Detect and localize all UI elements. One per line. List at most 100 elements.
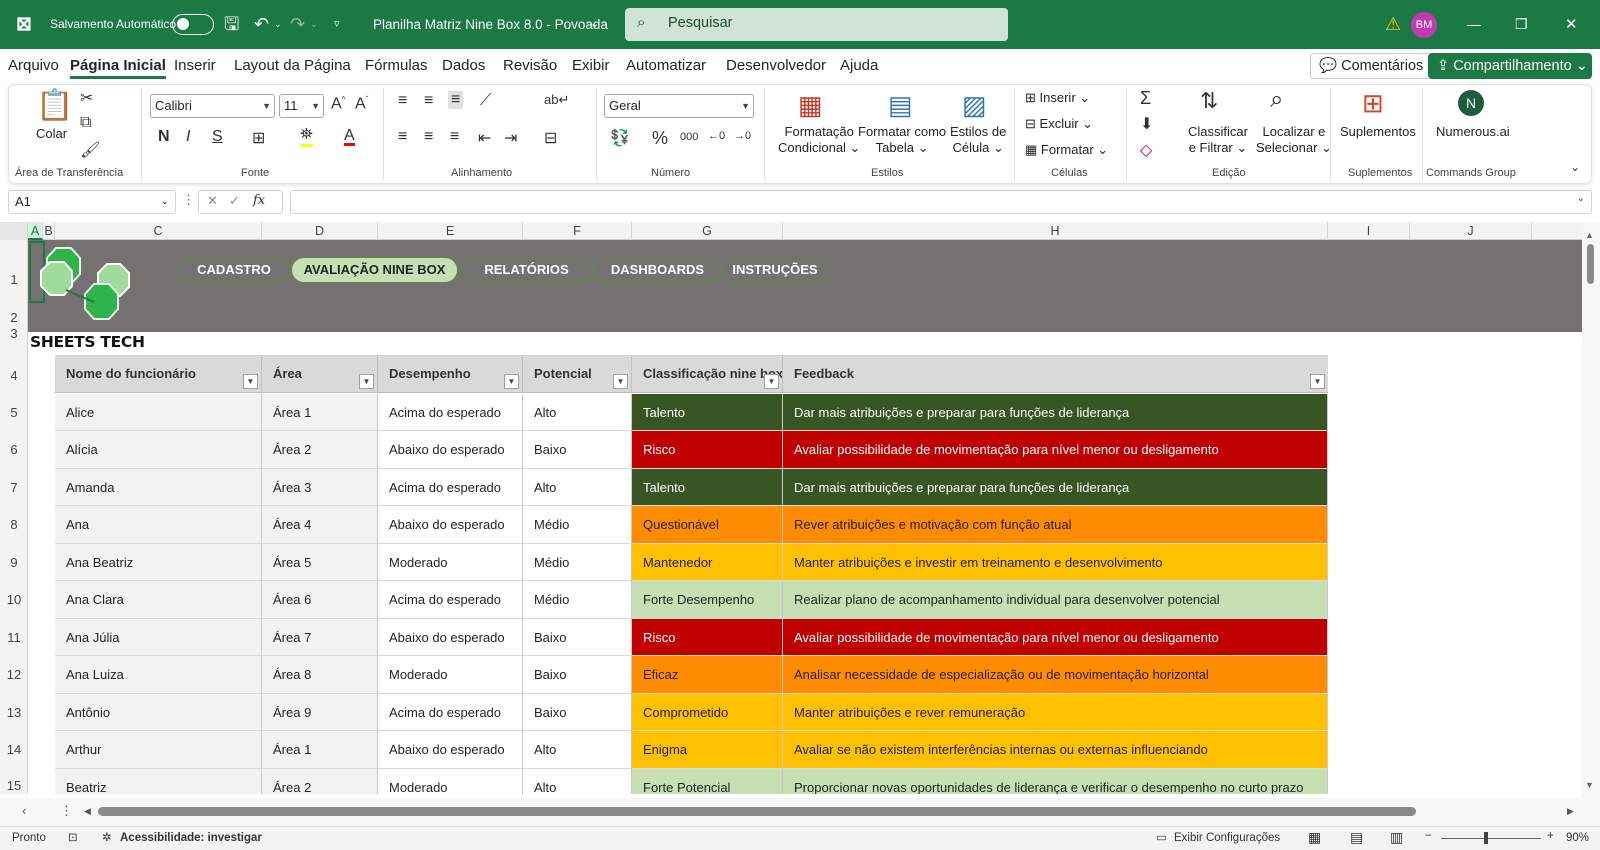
cell-classificacao[interactable]: Forte Desempenho [632,581,783,619]
wrap-text-icon[interactable]: ab↵ [544,92,569,108]
row-header[interactable]: 4 [0,368,28,383]
cell-potencial[interactable]: Alto [523,393,632,431]
column-header-b[interactable]: B [43,222,55,240]
cell-classificacao[interactable]: Risco [632,431,783,469]
paste-label[interactable]: Colar [36,126,67,142]
menu-desenvolvedor[interactable]: Desenvolvedor [726,57,826,74]
save-icon[interactable]: 🖫 [224,0,239,49]
page-break-view-icon[interactable]: ▥ [1390,829,1403,846]
undo-dropdown-icon[interactable]: ⌄ [274,0,282,49]
display-settings[interactable]: Exibir Configurações [1174,832,1280,844]
cell-desempenho[interactable]: Abaixo do esperado [378,618,523,656]
cell-potencial[interactable]: Médio [523,543,632,581]
select-all-corner[interactable] [0,222,28,240]
enter-icon[interactable]: ✓ [229,193,240,209]
cell-styles-button[interactable]: Estilos de Célula ⌄ [950,124,1006,156]
row-header[interactable]: 9 [0,555,28,570]
italic-button[interactable]: I [186,128,190,146]
share-button[interactable]: ⇪ Compartilhamento ⌄ [1428,53,1592,79]
zoom-level[interactable]: 90% [1566,832,1589,844]
cell-potencial[interactable]: Médio [523,506,632,544]
sort-filter-button[interactable]: Classificar e Filtrar ⌄ [1188,124,1248,156]
font-family-select[interactable]: Calibri ▼ [150,94,275,118]
conditional-format-button[interactable]: Formatação Condicional ⌄ [778,124,860,156]
cell-desempenho[interactable]: Moderado [378,768,523,794]
menu-automatizar[interactable]: Automatizar [626,57,706,74]
align-middle-icon[interactable]: ≡ [424,92,433,110]
bold-button[interactable]: N [158,128,170,146]
cell-area[interactable]: Área 6 [262,581,378,619]
cell-area[interactable]: Área 2 [262,768,378,794]
cell-feedback[interactable]: Proporcionar novas oportunidades de lide… [783,768,1328,794]
column-header-h[interactable]: H [783,222,1328,240]
cell-desempenho[interactable]: Acima do esperado [378,393,523,431]
cell-area[interactable]: Área 7 [262,618,378,656]
underline-button[interactable]: S [212,128,223,146]
number-format-select[interactable]: Geral ▼ [604,94,754,118]
menu-exibir[interactable]: Exibir [572,57,610,74]
cell-styles-icon[interactable]: ▨ [962,90,987,121]
nav-cadastro-button[interactable]: CADASTRO [178,257,290,283]
borders-icon[interactable]: ⊞ [252,128,265,148]
cell-area[interactable]: Área 4 [262,506,378,544]
vertical-scroll-thumb[interactable] [1587,244,1594,284]
cell-potencial[interactable]: Baixo [523,618,632,656]
menu-arquivo[interactable]: Arquivo [8,57,59,74]
cell-nome[interactable]: Ana Beatriz [55,543,262,581]
align-center-icon[interactable]: ≡ [424,128,433,146]
cell-feedback[interactable]: Manter atribuições e investir em treinam… [783,543,1328,581]
cell-nome[interactable]: Ana [55,506,262,544]
menu-revisao[interactable]: Revisão [503,57,557,74]
delete-cells-button[interactable]: ⊟ Excluir ⌄ [1025,116,1093,132]
cell-feedback[interactable]: Avaliar possibilidade de movimentação pa… [783,431,1328,469]
cell-area[interactable]: Área 1 [262,393,378,431]
search-box[interactable]: ⌕ Pesquisar [625,8,1008,41]
formula-input[interactable]: ⌄ [290,190,1592,214]
accessibility-icon[interactable]: ✲ [102,830,112,844]
fill-color-icon[interactable]: ⛯ [300,126,313,147]
macro-record-icon[interactable]: ⊡ [68,830,78,844]
cell-desempenho[interactable]: Abaixo do esperado [378,431,523,469]
orientation-icon[interactable]: ⟋ [480,92,491,110]
filter-dropdown-icon[interactable]: ▼ [1310,374,1325,389]
menu-formulas[interactable]: Fórmulas [365,57,428,74]
file-name[interactable]: Planilha Matriz Nine Box 8.0 - Povoada [373,0,608,49]
cell-area[interactable]: Área 5 [262,543,378,581]
cancel-icon[interactable]: ✕ [207,193,218,209]
zoom-slider[interactable] [1441,838,1541,839]
cell-nome[interactable]: Ana Clara [55,581,262,619]
row-header[interactable]: 7 [0,480,28,495]
scroll-right-icon[interactable]: ▶ [1567,806,1574,817]
row-header[interactable]: 8 [0,517,28,532]
row-header[interactable]: 12 [0,667,28,682]
cell-area[interactable]: Área 3 [262,468,378,506]
normal-view-icon[interactable]: ▦ [1308,829,1321,846]
autosave-toggle[interactable] [172,14,214,35]
menu-inserir[interactable]: Inserir [174,57,216,74]
more-options-icon[interactable]: ⋮ [182,192,195,208]
cell-classificacao[interactable]: Enigma [632,731,783,769]
cell-potencial[interactable]: Baixo [523,431,632,469]
cell-feedback[interactable]: Analisar necessidade de especialização o… [783,656,1328,694]
align-bottom-icon[interactable]: ≡ [448,91,464,109]
sheet-options-icon[interactable]: ⋮ [60,803,73,819]
cell-nome[interactable]: Arthur [55,731,262,769]
column-header-c[interactable]: C [55,222,262,240]
cell-desempenho[interactable]: Moderado [378,543,523,581]
menu-dados[interactable]: Dados [442,57,485,74]
filter-dropdown-icon[interactable]: ▼ [359,374,374,389]
cell-feedback[interactable]: Manter atribuições e rever remuneração [783,693,1328,731]
expand-formula-icon[interactable]: ⌄ [1577,193,1585,204]
cut-icon[interactable]: ✂ [80,88,93,108]
cell-nome[interactable]: Alice [55,393,262,431]
fill-icon[interactable]: ⬇ [1140,114,1153,134]
cell-desempenho[interactable]: Abaixo do esperado [378,731,523,769]
cell-nome[interactable]: Beatriz [55,768,262,794]
cell-feedback[interactable]: Avaliar se não existem interferências in… [783,731,1328,769]
redo-icon[interactable]: ↷ [290,0,305,49]
nav-relatorios-button[interactable]: RELATÓRIOS [460,257,593,283]
cell-potencial[interactable]: Médio [523,581,632,619]
decrease-decimal-icon[interactable]: →0 [734,130,751,142]
zoom-slider-thumb[interactable] [1484,832,1488,844]
grow-font-icon[interactable]: A^ [331,95,345,113]
